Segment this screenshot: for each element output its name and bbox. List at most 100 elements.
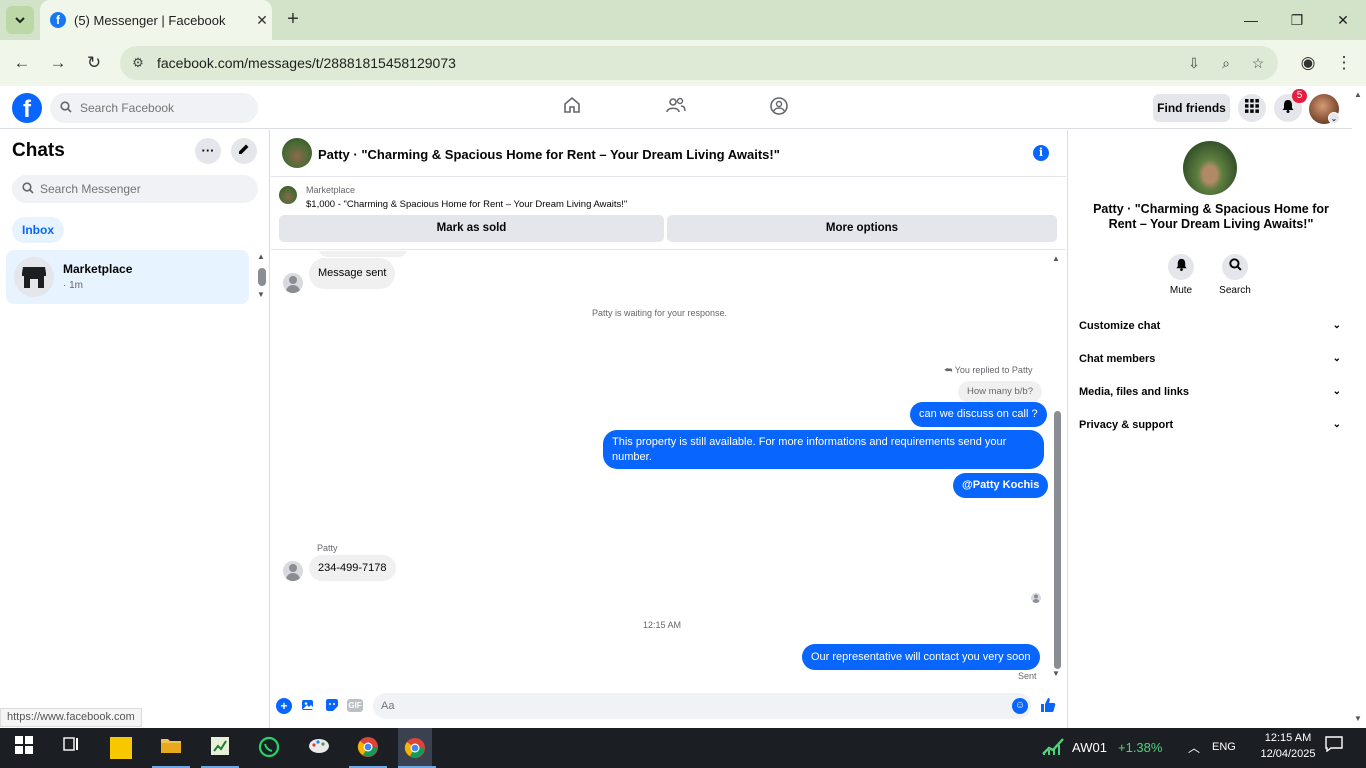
show-hidden-icons-chevron-up-icon[interactable]: ︿ <box>1182 736 1206 760</box>
privacy-support-row[interactable]: Privacy & support ⌄ <box>1079 419 1341 439</box>
groups-icon[interactable] <box>767 96 791 120</box>
chat-members-label: Chat members <box>1079 353 1156 365</box>
thread-scrollbar[interactable] <box>1054 411 1061 669</box>
conversation-info-icon[interactable]: i <box>1033 145 1049 161</box>
find-friends-button[interactable]: Find friends <box>1153 94 1230 122</box>
listing-title[interactable]: $1,000 - "Charming & Spacious Home for R… <box>306 199 627 210</box>
close-window-icon[interactable]: ✕ <box>1328 8 1358 32</box>
quoted-message[interactable]: How many b/b? <box>958 381 1043 403</box>
friends-icon[interactable] <box>664 96 688 120</box>
sticky-notes-icon[interactable] <box>110 737 132 759</box>
stock-symbol[interactable]: AW01 <box>1072 740 1107 755</box>
messenger-search-input[interactable] <box>40 182 240 196</box>
facebook-header: f Find friends 5 ⌄ <box>0 86 1352 129</box>
browser-tab[interactable]: f (5) Messenger | Facebook ✕ <box>40 0 272 40</box>
phone-message-bubble[interactable]: 234-499-7178 <box>309 555 396 581</box>
url-text[interactable]: facebook.com/messages/t/2888181545812907… <box>157 55 456 71</box>
message-bubble-out[interactable]: Our representative will contact you very… <box>802 644 1040 670</box>
thumbs-up-like-icon[interactable] <box>1040 697 1056 718</box>
sender-name: Patty <box>317 543 338 553</box>
gif-icon[interactable]: GIF <box>347 699 363 712</box>
thread-scroll-down-icon[interactable]: ▼ <box>1052 669 1060 678</box>
menu-grid-icon[interactable] <box>1238 94 1266 122</box>
zoom-icon[interactable]: ⌕ <box>1216 53 1236 73</box>
restore-icon[interactable]: ❐ <box>1282 8 1312 32</box>
sidebar-scroll-down-icon[interactable]: ▼ <box>257 290 265 299</box>
messenger-search[interactable] <box>12 175 258 203</box>
conversation-title[interactable]: Patty · "Charming & Spacious Home for Re… <box>318 147 780 162</box>
composer-input-wrapper[interactable]: ☺ <box>373 693 1031 719</box>
home-icon[interactable] <box>560 96 584 120</box>
file-explorer-icon[interactable] <box>159 736 183 760</box>
listing-avatar-large[interactable] <box>1183 141 1237 195</box>
more-options-button[interactable]: More options <box>667 215 1057 242</box>
mark-as-sold-button[interactable]: Mark as sold <box>279 215 664 242</box>
chat-options-icon[interactable]: ··· <box>195 138 221 164</box>
listing-thumbnail[interactable] <box>279 186 297 204</box>
close-tab-icon[interactable]: ✕ <box>252 12 272 29</box>
reload-icon[interactable]: ↻ <box>84 53 104 73</box>
clock-date[interactable]: 12/04/2025 <box>1258 748 1318 760</box>
thread-scroll-up-icon[interactable]: ▲ <box>1052 254 1060 263</box>
media-files-label: Media, files and links <box>1079 386 1190 398</box>
emoji-icon[interactable]: ☺ <box>1012 698 1028 714</box>
facebook-search-input[interactable] <box>80 101 240 115</box>
site-info-icon[interactable]: ⚙ <box>128 53 148 73</box>
address-bar[interactable]: ⚙ facebook.com/messages/t/28881815458129… <box>120 46 1278 80</box>
install-app-icon[interactable]: ⇩ <box>1184 53 1204 73</box>
message-input[interactable] <box>381 697 1001 715</box>
search-label: Search <box>1219 285 1251 296</box>
media-files-row[interactable]: Media, files and links ⌄ <box>1079 386 1341 406</box>
search-icon <box>60 100 72 116</box>
minimize-icon[interactable]: — <box>1236 8 1266 32</box>
chats-title: Chats <box>12 140 65 161</box>
clock-time[interactable]: 12:15 AM <box>1258 732 1318 744</box>
profile-icon[interactable]: ◉ <box>1298 53 1318 73</box>
notification-center-icon[interactable] <box>1322 736 1346 760</box>
stock-change[interactable]: +1.38% <box>1118 740 1162 755</box>
whatsapp-icon[interactable] <box>257 736 281 760</box>
task-view-icon[interactable] <box>60 736 84 760</box>
browser-menu-icon[interactable]: ⋮ <box>1334 53 1354 73</box>
chrome-icon[interactable] <box>356 736 380 760</box>
page-scroll-down-icon[interactable]: ▼ <box>1354 714 1362 723</box>
facebook-search[interactable] <box>50 93 258 123</box>
new-tab-icon[interactable]: + <box>282 8 304 30</box>
stock-chart-icon[interactable] <box>1041 736 1065 760</box>
account-chevron-down-icon[interactable]: ⌄ <box>1328 112 1340 124</box>
message-bubble-out[interactable]: This property is still available. For mo… <box>603 430 1044 469</box>
sidebar-scrollbar[interactable] <box>258 268 266 286</box>
facebook-logo-icon[interactable]: f <box>12 93 42 123</box>
new-message-icon[interactable] <box>231 138 257 164</box>
mute-action[interactable]: Mute <box>1156 254 1206 296</box>
sticker-icon[interactable] <box>324 698 340 714</box>
customize-chat-row[interactable]: Customize chat ⌄ <box>1079 320 1341 340</box>
search-action[interactable]: Search <box>1210 254 1260 296</box>
windows-start-icon[interactable] <box>12 736 36 760</box>
bookmark-star-icon[interactable]: ☆ <box>1248 53 1268 73</box>
mention-bubble[interactable]: @Patty Kochis <box>953 473 1049 498</box>
message-bubble-out[interactable]: can we discuss on call ? <box>910 402 1047 427</box>
sender-avatar <box>283 561 303 581</box>
paint-app-icon[interactable] <box>307 736 331 760</box>
forward-icon[interactable]: → <box>48 53 68 73</box>
back-icon[interactable]: ← <box>12 53 32 73</box>
chrome-active-window-icon[interactable] <box>398 728 432 768</box>
chat-members-row[interactable]: Chat members ⌄ <box>1079 353 1341 373</box>
inbox-filter-tab[interactable]: Inbox <box>12 217 64 243</box>
waiting-notice: Patty is waiting for your response. <box>592 308 728 318</box>
plus-actions-icon[interactable]: + <box>276 698 292 714</box>
input-language[interactable]: ENG <box>1212 741 1236 753</box>
tab-search-chevron-icon[interactable] <box>6 6 34 34</box>
sidebar-scroll-up-icon[interactable]: ▲ <box>257 252 265 261</box>
chat-list-item[interactable]: Marketplace · 1m <box>6 250 249 304</box>
conversation-avatar[interactable] <box>282 138 312 168</box>
page-scroll-up-icon[interactable]: ▲ <box>1354 90 1362 99</box>
message-bubble-partial <box>318 251 408 257</box>
attach-photo-icon[interactable] <box>300 698 316 714</box>
customize-chat-label: Customize chat <box>1079 320 1161 332</box>
bell-icon[interactable] <box>1168 254 1194 280</box>
spreadsheet-app-icon[interactable] <box>208 736 232 760</box>
message-bubble-in: Message sent <box>309 258 396 289</box>
search-icon[interactable] <box>1222 254 1248 280</box>
